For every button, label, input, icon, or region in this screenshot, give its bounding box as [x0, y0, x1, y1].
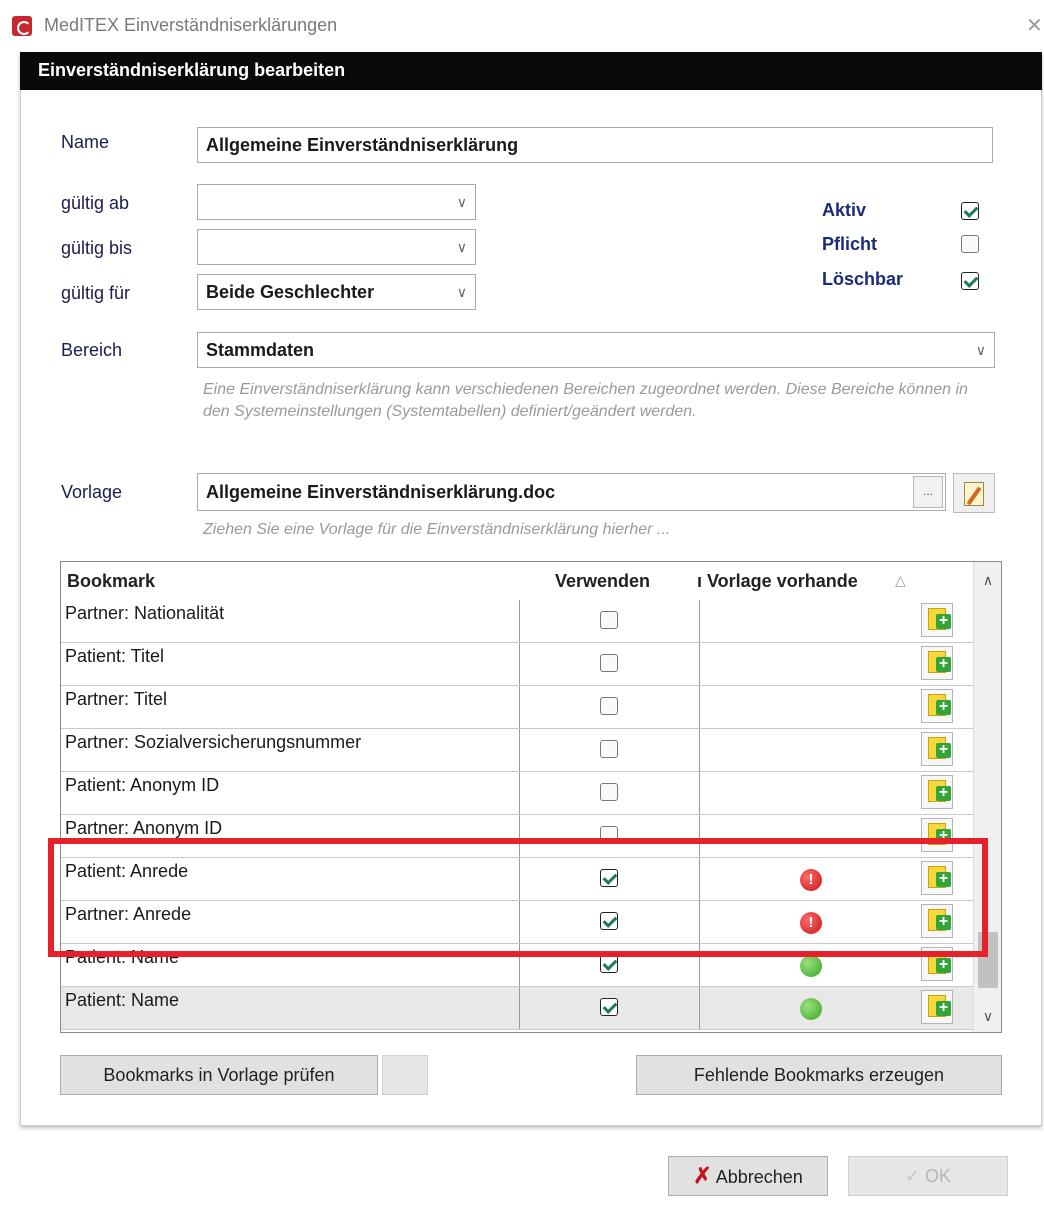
ellipsis-icon: ... — [922, 484, 933, 498]
column-header-use[interactable]: Verwenden — [555, 571, 650, 592]
bookmark-cell: Partner: Titel — [65, 689, 168, 709]
use-checkbox[interactable] — [600, 783, 618, 801]
cancel-icon: ✗ — [693, 1163, 712, 1188]
bookmark-cell: Patient: Name — [65, 990, 180, 1010]
table-row[interactable]: Partner: Nationalität — [61, 600, 973, 643]
bookmark-grid: Bookmark Verwenden ı Vorlage vorhande △ … — [60, 561, 1002, 1033]
use-cell — [519, 600, 699, 642]
cancel-button[interactable]: ✗ Abbrechen — [668, 1156, 828, 1196]
cancel-label: Abbrechen — [715, 1167, 803, 1187]
table-row[interactable]: Patient: Titel — [61, 643, 973, 686]
use-checkbox[interactable] — [600, 654, 618, 672]
ok-check-icon: ✓ — [904, 1166, 921, 1186]
ok-label: OK — [925, 1166, 952, 1186]
active-label: Aktiv — [822, 200, 867, 220]
scroll-up-icon[interactable] — [974, 566, 1001, 594]
edit-template-icon[interactable] — [953, 473, 995, 513]
add-bookmark-icon[interactable] — [921, 732, 953, 766]
add-cell — [917, 772, 973, 814]
use-cell — [519, 643, 699, 685]
deletable-checkbox[interactable] — [961, 272, 979, 290]
ok-status-icon — [800, 998, 822, 1020]
bookmark-cell: Partner: Nationalität — [65, 603, 225, 623]
table-row[interactable]: Partner: Sozialversicherungsnummer — [61, 729, 973, 772]
mandatory-label: Pflicht — [822, 234, 878, 254]
bookmark-cell: Partner: Sozialversicherungsnummer — [65, 732, 362, 752]
area-label: Bereich — [61, 340, 123, 360]
template-label: Vorlage — [61, 482, 123, 502]
chevron-down-icon — [976, 333, 986, 367]
valid-from-select[interactable] — [197, 184, 476, 220]
valid-for-value: Beide Geschlechter — [206, 282, 375, 302]
add-bookmark-icon[interactable] — [921, 775, 953, 809]
check-bookmarks-button[interactable]: Bookmarks in Vorlage prüfen — [60, 1055, 378, 1095]
use-checkbox[interactable] — [600, 998, 618, 1016]
template-present-cell — [699, 600, 917, 642]
chevron-down-icon — [457, 230, 467, 264]
valid-for-label: gültig für — [61, 283, 131, 303]
add-cell — [917, 987, 973, 1029]
table-row[interactable]: Partner: Titel — [61, 686, 973, 729]
use-checkbox[interactable] — [600, 697, 618, 715]
use-cell — [519, 987, 699, 1029]
deletable-label: Löschbar — [822, 269, 904, 289]
template-present-cell — [699, 729, 917, 771]
template-present-cell — [699, 987, 917, 1029]
vertical-scrollbar[interactable] — [973, 562, 1001, 1032]
use-cell — [519, 729, 699, 771]
chevron-down-icon — [457, 185, 467, 219]
scroll-down-icon[interactable] — [974, 1002, 1001, 1030]
add-bookmark-icon[interactable] — [921, 689, 953, 723]
name-input[interactable]: Allgemeine Einverständniserklärung — [197, 127, 993, 163]
name-label: Name — [61, 132, 110, 152]
column-header-template-present[interactable]: ı Vorlage vorhande — [697, 571, 858, 592]
window-title: MedITEX Einverständniserklärungen — [44, 15, 338, 35]
use-checkbox[interactable] — [600, 740, 618, 758]
template-browse-button[interactable]: ... — [913, 476, 943, 508]
highlight-box — [48, 838, 988, 957]
add-bookmark-icon[interactable] — [921, 603, 953, 637]
area-hint: Eine Einverständniserklärung kann versch… — [203, 381, 968, 420]
use-checkbox[interactable] — [600, 955, 618, 973]
add-bookmark-icon[interactable] — [921, 990, 953, 1024]
dialog-title: Einverständniserklärung bearbeiten — [38, 60, 346, 80]
chevron-down-icon — [457, 275, 467, 309]
valid-to-select[interactable] — [197, 229, 476, 265]
add-cell — [917, 729, 973, 771]
add-cell — [917, 600, 973, 642]
column-header-bookmark[interactable]: Bookmark — [67, 571, 155, 592]
grid-header: Bookmark Verwenden ı Vorlage vorhande △ — [61, 562, 1001, 600]
use-cell — [519, 686, 699, 728]
mandatory-checkbox[interactable] — [961, 235, 979, 253]
check-bookmarks-icon — [382, 1055, 428, 1095]
close-icon[interactable]: ✕ — [1026, 13, 1043, 38]
table-row[interactable]: Patient: Anonym ID — [61, 772, 973, 815]
app-icon — [12, 16, 32, 36]
template-value: Allgemeine Einverständniserklärung.doc — [206, 482, 556, 502]
use-checkbox[interactable] — [600, 611, 618, 629]
ok-status-icon — [800, 955, 822, 977]
bookmark-cell: Patient: Titel — [65, 646, 165, 666]
create-missing-bookmarks-button[interactable]: Fehlende Bookmarks erzeugen — [636, 1055, 1002, 1095]
area-select[interactable]: Stammdaten — [197, 332, 995, 368]
template-present-cell — [699, 643, 917, 685]
add-bookmark-icon[interactable] — [921, 646, 953, 680]
add-cell — [917, 686, 973, 728]
template-present-cell — [699, 772, 917, 814]
use-cell — [519, 772, 699, 814]
valid-from-label: gültig ab — [61, 193, 130, 213]
valid-for-select[interactable]: Beide Geschlechter — [197, 274, 476, 310]
valid-to-label: gültig bis — [61, 238, 133, 258]
template-input[interactable]: Allgemeine Einverständniserklärung.doc — [197, 473, 946, 511]
active-checkbox[interactable] — [961, 202, 979, 220]
add-cell — [917, 643, 973, 685]
table-row[interactable]: Patient: Name — [61, 987, 973, 1030]
area-value: Stammdaten — [206, 340, 315, 360]
bookmark-cell: Patient: Anonym ID — [65, 775, 220, 795]
template-hint: Ziehen Sie eine Vorlage für die Einverst… — [203, 521, 671, 538]
sort-ascending-icon: △ — [895, 572, 906, 588]
template-present-cell — [699, 686, 917, 728]
ok-button[interactable]: ✓ OK — [848, 1156, 1008, 1196]
